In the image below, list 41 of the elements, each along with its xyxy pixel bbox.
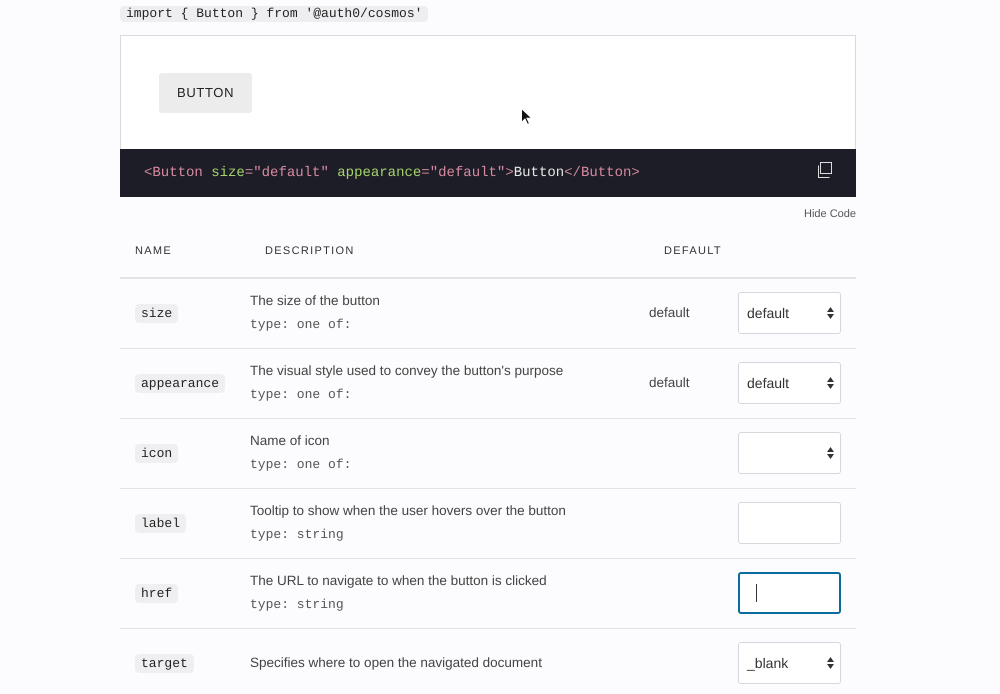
select-value: default bbox=[747, 304, 790, 322]
prop-description: The visual style used to convey the button's purpose bbox=[250, 362, 564, 380]
prop-type: type: string bbox=[250, 596, 345, 614]
column-header: DESCRIPTION bbox=[265, 244, 356, 258]
import-code: import { Button } from '@auth0/cosmos' bbox=[120, 6, 428, 22]
preview-button[interactable]: BUTTON bbox=[159, 72, 252, 112]
prop-type: type: one of: bbox=[250, 316, 352, 334]
prop-name: size bbox=[135, 304, 178, 323]
select-field[interactable]: _blank bbox=[738, 642, 841, 684]
prop-description: The URL to navigate to when the button is clicked bbox=[250, 572, 548, 590]
code-snippet: <Button size="default" appearance="default">Button</Button> bbox=[144, 164, 640, 182]
select-value: _blank bbox=[747, 654, 788, 673]
sort-arrows-icon bbox=[827, 657, 834, 669]
copy-icon[interactable] bbox=[816, 162, 832, 178]
prop-type: type: string bbox=[250, 526, 345, 544]
select-field[interactable]: default bbox=[738, 292, 841, 334]
prop-description: Tooltip to show when the user hovers over the button bbox=[250, 502, 567, 520]
prop-name: target bbox=[135, 654, 194, 673]
sort-arrows-icon bbox=[827, 447, 834, 459]
default-value: default bbox=[649, 305, 690, 320]
sort-arrows-icon bbox=[827, 377, 834, 389]
prop-name: appearance bbox=[135, 374, 226, 393]
sort-arrows-icon bbox=[827, 307, 834, 319]
prop-type: type: one of: bbox=[250, 456, 352, 474]
prop-type: type: one of: bbox=[250, 386, 352, 404]
default-value: default bbox=[649, 375, 690, 390]
hide-code-link[interactable]: Hide Code bbox=[804, 206, 856, 222]
prop-description: Specifies where to open the navigated document bbox=[250, 654, 543, 672]
prop-description: The size of the button bbox=[250, 292, 381, 310]
prop-name: href bbox=[135, 584, 178, 603]
select-field[interactable] bbox=[738, 432, 841, 474]
prop-description: Name of icon bbox=[250, 432, 331, 450]
select-field[interactable]: default bbox=[738, 362, 841, 404]
prop-name: label bbox=[135, 514, 186, 533]
mouse-pointer-icon bbox=[521, 108, 532, 125]
select-value: default bbox=[747, 374, 790, 392]
column-header: DEFAULT bbox=[664, 244, 723, 258]
column-header: NAME bbox=[135, 244, 174, 258]
prop-name: icon bbox=[135, 444, 178, 463]
text-cursor bbox=[756, 584, 757, 602]
input-field[interactable] bbox=[738, 572, 841, 614]
